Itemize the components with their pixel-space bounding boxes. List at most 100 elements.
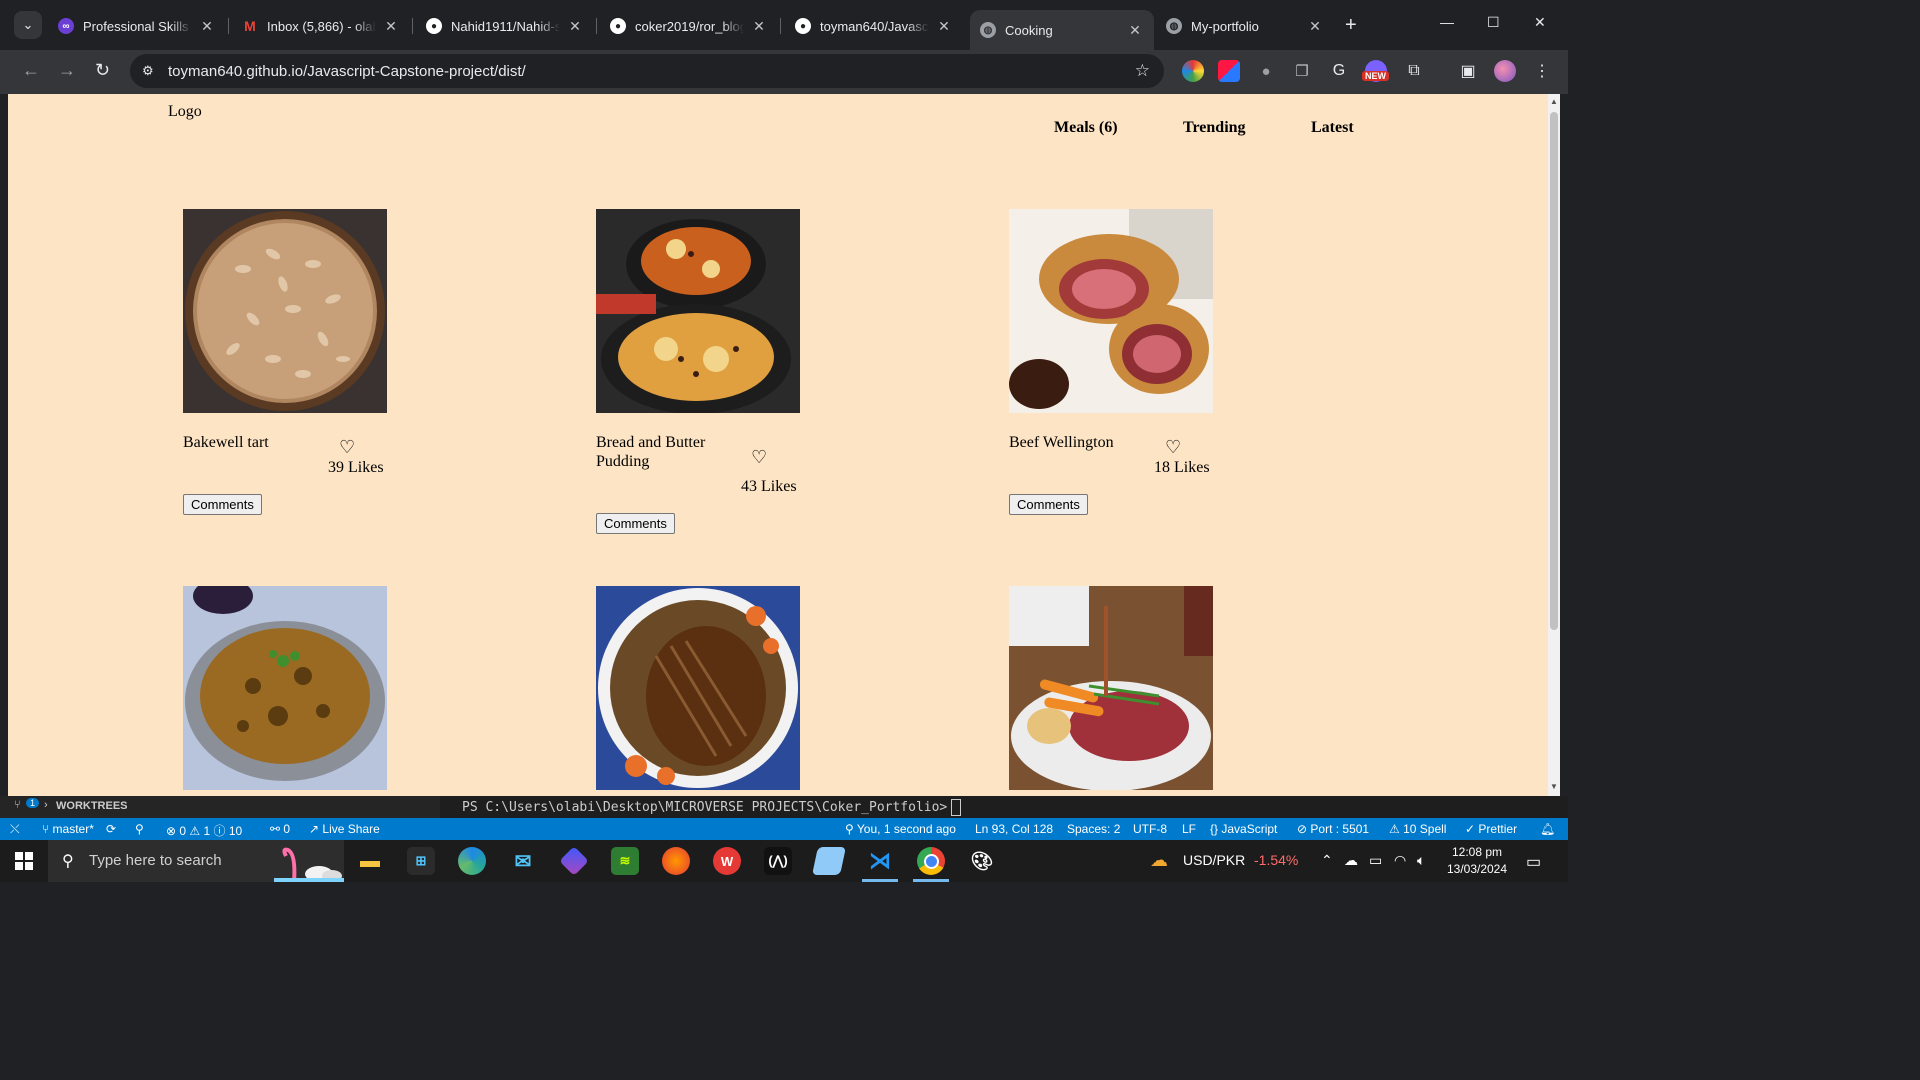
minimize-icon[interactable]: —	[1440, 14, 1454, 30]
chrome-icon[interactable]	[917, 847, 945, 875]
firefox-icon[interactable]	[662, 847, 690, 875]
stack-extension-icon[interactable]: ❐	[1291, 60, 1313, 82]
live-share-button[interactable]: ↗ Live Share	[309, 822, 380, 836]
extensions-puzzle-icon[interactable]: ⧉	[1403, 60, 1425, 82]
tab-cooking[interactable]: ◍ Cooking ✕	[970, 10, 1154, 50]
worktrees-section-header[interactable]: WORKTREES	[56, 800, 128, 812]
taskbar-search[interactable]: ⚲ Type here to search	[48, 840, 344, 882]
heart-like-icon[interactable]: ♡	[1165, 437, 1181, 458]
bookmark-star-icon[interactable]: ☆	[1135, 61, 1150, 81]
windows-start-icon[interactable]	[15, 852, 33, 870]
tab-close-icon[interactable]: ✕	[935, 18, 953, 35]
heart-like-icon[interactable]: ♡	[751, 447, 767, 468]
indentation[interactable]: Spaces: 2	[1067, 822, 1120, 836]
ticker-label[interactable]: USD/PKR	[1183, 852, 1245, 868]
prettier-status[interactable]: ✓ Prettier	[1465, 822, 1517, 836]
tab-search-chevron-icon[interactable]: ⌄	[14, 11, 42, 39]
encoding[interactable]: UTF-8	[1133, 822, 1167, 836]
tab-title: toyman640/Javascrip	[820, 18, 929, 34]
tray-chevron-up-icon[interactable]: ⌃	[1321, 852, 1333, 869]
edge-browser-icon[interactable]	[458, 847, 486, 875]
grammarly-extension-icon[interactable]: G	[1328, 60, 1350, 82]
codewars-app-icon[interactable]: (⋀)	[764, 847, 792, 875]
remote-icon[interactable]: ⤬	[10, 822, 20, 837]
address-bar[interactable]: ⚙ toyman640.github.io/Javascript-Capston…	[130, 54, 1164, 88]
tab-close-icon[interactable]: ✕	[750, 18, 768, 35]
forward-arrow-icon[interactable]: →	[58, 60, 76, 81]
stopwatch-extension-icon[interactable]: ●	[1255, 60, 1277, 82]
problems-indicator[interactable]: ⊗ 0 ⚠ 1 ⓘ 10	[166, 822, 242, 839]
tab-close-icon[interactable]: ✕	[566, 18, 584, 35]
system-clock[interactable]: 12:08 pm 13/03/2024	[1440, 844, 1514, 878]
tab-my-portfolio[interactable]: ◍ My-portfolio ✕	[1156, 10, 1334, 42]
live-server-port[interactable]: ⊘ Port : 5501	[1297, 822, 1369, 836]
reload-icon[interactable]: ↻	[95, 60, 110, 81]
heart-like-icon[interactable]: ♡	[339, 437, 355, 458]
tab-professional-skills[interactable]: ∞ Professional Skills Re ✕	[48, 10, 226, 42]
colorzilla-extension-icon[interactable]	[1218, 60, 1240, 82]
scroll-thumb[interactable]	[1550, 112, 1558, 630]
tab-close-icon[interactable]: ✕	[382, 18, 400, 35]
back-arrow-icon[interactable]: ←	[22, 60, 40, 81]
mail-icon[interactable]: ✉	[509, 847, 537, 875]
page-scrollbar[interactable]: ▲ ▼	[1548, 94, 1560, 796]
sync-icon[interactable]: ⟳	[106, 822, 116, 836]
search-icon: ⚲	[62, 853, 74, 870]
color-picker-extension-icon[interactable]	[1182, 60, 1204, 82]
notifications-bell-icon[interactable]: 🔔︎	[1540, 822, 1555, 836]
branch-indicator[interactable]: ⑂ master*	[42, 822, 94, 836]
browser-toolbar: ← → ↻ ⚙ toyman640.github.io/Javascript-C…	[0, 50, 1568, 94]
battery-icon[interactable]: ▭	[1369, 852, 1382, 869]
nav-trending[interactable]: Trending	[1183, 119, 1246, 137]
copilot-icon[interactable]	[559, 846, 589, 876]
profile-avatar[interactable]	[1494, 60, 1516, 82]
ports-indicator[interactable]: ⚯ 0	[270, 822, 290, 836]
logo-image-alt[interactable]: Logo	[168, 103, 202, 121]
scroll-down-arrow-icon[interactable]: ▼	[1550, 782, 1558, 791]
tab-title: Cooking	[1005, 22, 1053, 38]
url-text[interactable]: toyman640.github.io/Javascript-Capstone-…	[168, 63, 526, 80]
maximize-icon[interactable]: ☐	[1487, 14, 1500, 31]
language-mode[interactable]: {} JavaScript	[1210, 822, 1277, 836]
tab-gmail-inbox[interactable]: M Inbox (5,866) - olabi ✕	[232, 10, 410, 42]
vscode-panel: ⑂ 1 › WORKTREES PS C:\Users\olabi\Deskto…	[0, 796, 1568, 818]
onedrive-cloud-icon[interactable]: ☁	[1344, 852, 1358, 869]
notification-center-icon[interactable]: ▭	[1526, 852, 1541, 872]
terminal-prompt[interactable]: PS C:\Users\olabi\Desktop\MICROVERSE PRO…	[462, 799, 962, 816]
wifi-icon[interactable]: ◠	[1394, 852, 1406, 869]
paint-icon[interactable]: 🎨︎	[968, 847, 996, 875]
comments-button[interactable]: Comments	[1009, 494, 1088, 515]
tab-close-icon[interactable]: ✕	[198, 18, 216, 35]
tab-github-nahid[interactable]: ● Nahid1911/Nahid-s_ ✕	[416, 10, 594, 42]
new-badge: NEW	[1362, 71, 1389, 81]
tab-close-icon[interactable]: ✕	[1126, 22, 1144, 39]
vscode-icon[interactable]: ⋊	[866, 847, 894, 875]
menu-kebab-icon[interactable]: ⋮	[1531, 60, 1553, 82]
site-info-icon[interactable]: ⚙	[142, 63, 154, 79]
tab-github-coker[interactable]: ● coker2019/ror_blog_ ✕	[600, 10, 778, 42]
nav-latest[interactable]: Latest	[1311, 119, 1354, 137]
tab-github-toyman[interactable]: ● toyman640/Javascrip ✕	[785, 10, 963, 42]
chevron-right-icon[interactable]: ›	[44, 799, 48, 811]
file-explorer-icon[interactable]: ▬	[356, 847, 384, 875]
side-panel-icon[interactable]: ▣	[1457, 60, 1479, 82]
gamepad-app-icon[interactable]: ≋	[611, 847, 639, 875]
browser-tab-bar: ⌄ ∞ Professional Skills Re ✕ M Inbox (5,…	[0, 0, 1568, 50]
notepad-icon[interactable]	[812, 847, 846, 875]
nav-meals[interactable]: Meals (6)	[1054, 119, 1118, 137]
source-control-icon[interactable]: ⑂	[14, 799, 21, 811]
scroll-up-arrow-icon[interactable]: ▲	[1550, 97, 1558, 106]
git-graph-icon[interactable]: ⚲	[135, 822, 144, 836]
new-tab-plus-icon[interactable]: +	[1345, 14, 1357, 37]
microsoft-store-icon[interactable]: ⊞	[407, 847, 435, 875]
window-close-icon[interactable]: ✕	[1534, 14, 1546, 31]
comments-button[interactable]: Comments	[596, 513, 675, 534]
cursor-position[interactable]: Ln 93, Col 128	[975, 822, 1053, 836]
wps-office-icon[interactable]: W	[713, 847, 741, 875]
spell-check[interactable]: ⚠ 10 Spell	[1389, 822, 1446, 836]
end-of-line[interactable]: LF	[1182, 822, 1196, 836]
volume-icon[interactable]: 🔈︎	[1417, 852, 1425, 869]
comments-button[interactable]: Comments	[183, 494, 262, 515]
git-blame[interactable]: ⚲ You, 1 second ago	[845, 822, 956, 836]
tab-close-icon[interactable]: ✕	[1306, 18, 1324, 35]
